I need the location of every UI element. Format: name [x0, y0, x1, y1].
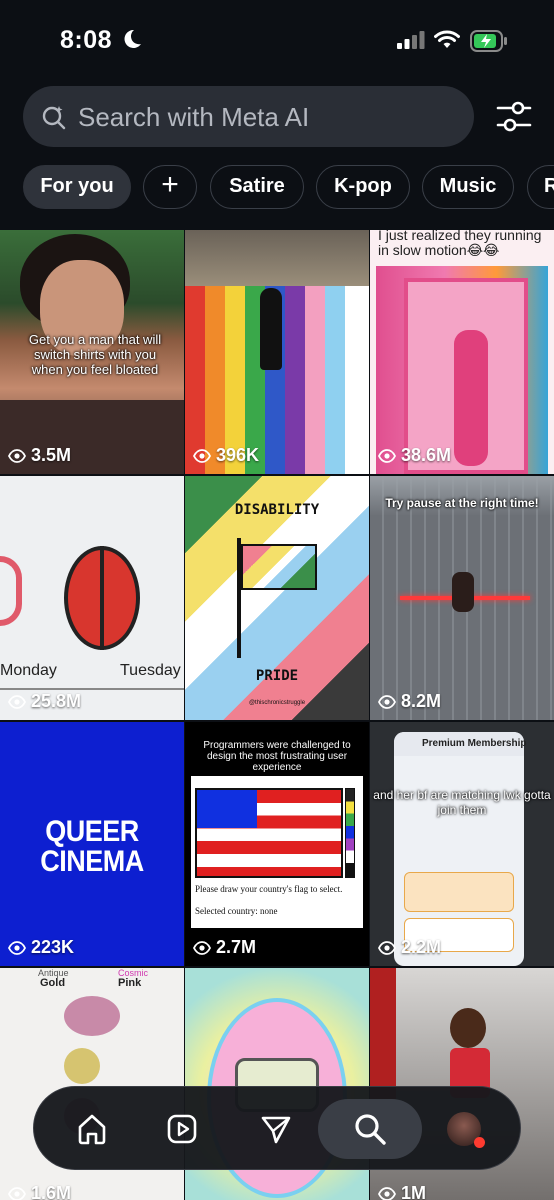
home-icon [78, 1114, 106, 1145]
topic-chips: For you + Satire K-pop Music R [0, 165, 554, 211]
nav-profile[interactable] [434, 1099, 494, 1159]
meta-ai-search-icon [42, 106, 66, 130]
search-input[interactable]: Search with Meta AI [78, 102, 309, 133]
eye-icon [8, 694, 26, 709]
tile-views: 2.7M [193, 937, 256, 958]
tile-views: 396K [193, 445, 259, 466]
tile-views: 1M [378, 1183, 426, 1200]
avatar [447, 1112, 485, 1148]
tile-prompt: Please draw your country's flag to selec… [195, 884, 343, 894]
tile-caption: Programmers were challenged to design th… [203, 740, 351, 773]
chip-for-you[interactable]: For you [23, 165, 131, 209]
chip-kpop[interactable]: K-pop [316, 165, 410, 209]
explore-grid: Get you a man that will switch shirts wi… [0, 230, 554, 1200]
chip-satire[interactable]: Satire [210, 165, 304, 209]
grid-tile-5[interactable]: DISABILITY PRIDE @thischronicstruggle [185, 476, 369, 720]
tile-views: 25.8M [8, 691, 81, 712]
reels-icon [167, 1114, 197, 1144]
grid-tile-4[interactable]: Monday Tuesday 25.8M [0, 476, 184, 720]
eye-icon [378, 448, 396, 463]
status-bar: 8:08 [0, 0, 554, 84]
grid-tile-1[interactable]: Get you a man that will switch shirts wi… [0, 230, 184, 474]
grid-tile-3[interactable]: I just realized they running in slow mot… [370, 230, 554, 474]
nav-messages[interactable] [246, 1099, 306, 1159]
tile-views: 223K [8, 937, 74, 958]
bottom-nav [33, 1086, 521, 1170]
nav-reels[interactable] [152, 1099, 212, 1159]
eye-icon [8, 1186, 26, 1200]
eye-icon [8, 448, 26, 463]
grid-tile-2[interactable]: 396K [185, 230, 369, 474]
eye-icon [378, 1186, 396, 1200]
nav-search[interactable] [318, 1099, 422, 1159]
grid-tile-9[interactable]: Premium Membership and her bf are matchi… [370, 722, 554, 966]
eye-icon [193, 940, 211, 955]
tile-title: DISABILITY [234, 502, 320, 518]
wifi-icon [434, 30, 460, 48]
search-bar[interactable]: Search with Meta AI [23, 86, 474, 147]
tile-text-tuesday: Tuesday [120, 662, 181, 679]
tile-caption: and her bf are matching lwk gotta join t… [373, 788, 551, 817]
chip-partial[interactable]: R [527, 165, 554, 209]
tile-credit: @thischronicstruggle [248, 700, 306, 706]
cellular-signal-icon [397, 31, 425, 49]
grid-tile-6[interactable]: Try pause at the right time! 8.2M [370, 476, 554, 720]
tile-caption: I just realized they running in slow mot… [378, 230, 542, 258]
tile-views: 8.2M [378, 691, 441, 712]
moon-icon [124, 29, 141, 48]
eye-icon [378, 694, 396, 709]
tile-text-monday: Monday [0, 662, 57, 679]
tile-modal-title: Premium Membership [422, 738, 527, 749]
battery-charging-icon [470, 30, 507, 52]
grid-tile-7[interactable]: QUEER CINEMA 223K [0, 722, 184, 966]
chip-music[interactable]: Music [422, 165, 514, 209]
add-topic-button[interactable]: + [143, 165, 197, 209]
tile-selected: Selected country: none [195, 906, 278, 916]
tile-caption: Get you a man that will switch shirts wi… [28, 332, 162, 377]
eye-icon [378, 940, 396, 955]
notification-dot [474, 1137, 485, 1148]
tile-title-line1: QUEER [45, 814, 139, 848]
eye-icon [8, 940, 26, 955]
tile-views: 1.6M [8, 1183, 71, 1200]
send-icon [261, 1116, 291, 1144]
tile-title-line2: CINEMA [40, 844, 144, 878]
grid-tile-8[interactable]: Programmers were challenged to design th… [185, 722, 369, 966]
status-time: 8:08 [60, 26, 113, 54]
tile-label-left: Gold [40, 977, 66, 989]
search-icon [355, 1114, 386, 1145]
eye-icon [193, 448, 211, 463]
tile-views: 3.5M [8, 445, 71, 466]
tile-label-right: Pink [118, 977, 142, 989]
tile-subtitle: PRIDE [255, 668, 299, 684]
filter-icon[interactable] [494, 97, 534, 137]
tile-views: 2.2M [378, 937, 441, 958]
tile-caption: Try pause at the right time! [385, 496, 539, 510]
tile-views: 38.6M [378, 445, 451, 466]
nav-home[interactable] [62, 1099, 122, 1159]
